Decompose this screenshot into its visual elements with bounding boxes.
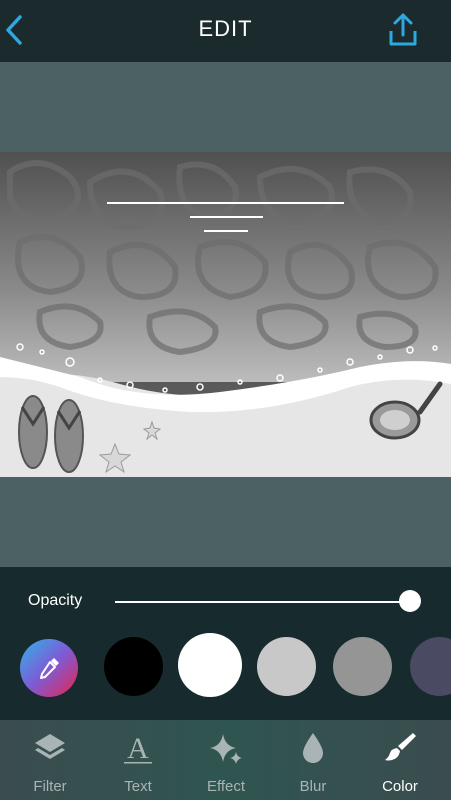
photo-canvas[interactable] [0,152,451,477]
share-upload-icon [389,13,417,46]
opacity-slider-track[interactable] [115,601,410,603]
swatch-white[interactable] [178,633,242,697]
beach-illustration [0,152,451,477]
tab-blur[interactable]: Blur [268,720,358,800]
tab-effect[interactable]: Effect [181,720,271,800]
sparkle-icon [210,734,242,764]
tab-filter-label: Filter [33,778,67,795]
tab-color[interactable]: Color [355,720,445,800]
svg-text:A: A [127,732,149,765]
canvas-area [0,62,451,567]
tab-filter[interactable]: Filter [5,720,95,800]
tab-blur-label: Blur [299,778,327,795]
swatch-light-gray[interactable] [257,637,316,696]
tab-text[interactable]: A Text [93,720,183,800]
tab-color-label: Color [382,778,418,795]
swatch-black[interactable] [104,637,163,696]
top-bar: EDIT [0,0,451,62]
color-panel: Opacity [0,567,451,720]
paintbrush-icon [385,733,416,761]
eyedropper-icon [40,658,59,679]
droplet-icon [303,733,323,763]
text-a-icon: A [124,732,152,765]
swatch-slate-purple[interactable] [410,637,451,696]
layers-icon [35,734,65,759]
opacity-slider-thumb[interactable] [399,590,421,612]
tab-text-label: Text [124,778,152,795]
opacity-label: Opacity [28,592,83,609]
page-title: EDIT [198,16,253,41]
eyedropper-button[interactable] [20,639,78,697]
swatch-gray[interactable] [333,637,392,696]
tab-effect-label: Effect [206,778,246,795]
share-button[interactable] [385,12,421,48]
bottom-tab-bar: Filter A Text Effect Blur Color [0,720,451,800]
